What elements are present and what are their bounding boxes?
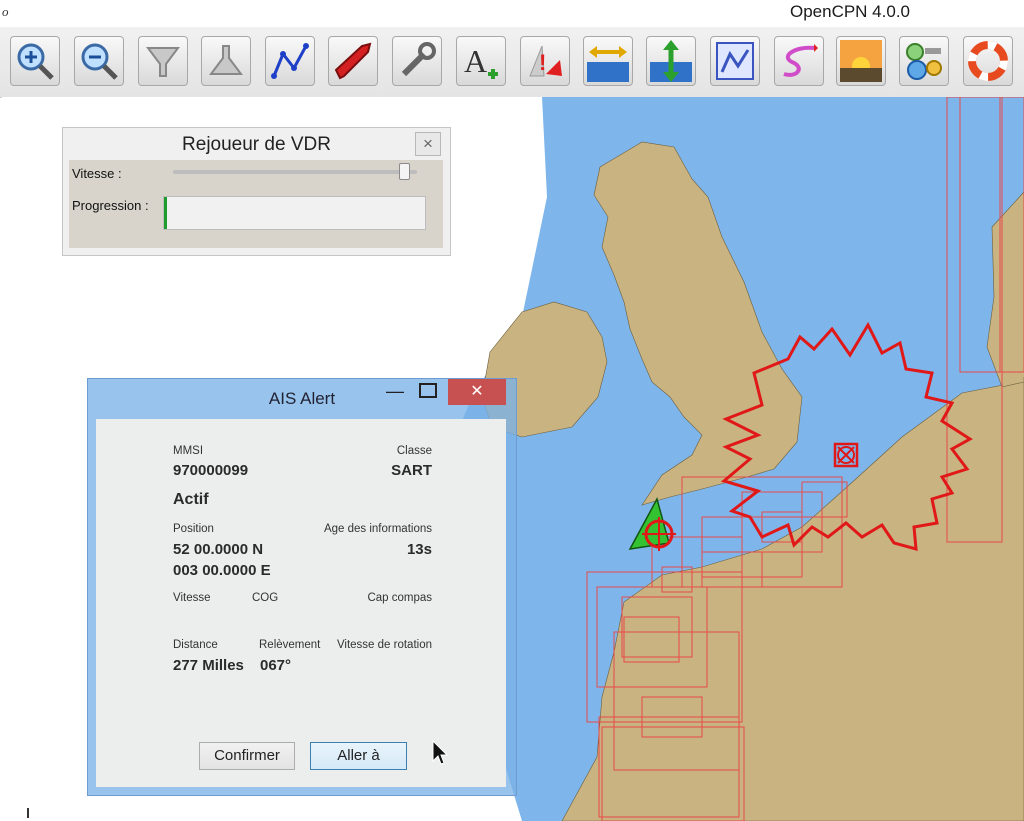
mob-button[interactable]	[963, 36, 1013, 86]
window-title: OpenCPN 4.0.0	[789, 2, 910, 21]
vdr-close-button[interactable]: ×	[415, 132, 441, 156]
bearing-value: 067°	[260, 657, 292, 674]
mmsi-label: MMSI	[173, 445, 204, 457]
route-manager-button[interactable]	[710, 36, 760, 86]
rot-label: Vitesse de rotation	[336, 639, 432, 651]
current-button[interactable]	[583, 36, 633, 86]
goto-button[interactable]: Aller à	[310, 742, 407, 770]
ship-icon	[334, 42, 372, 80]
longitude-value: 003 00.0000 E	[173, 562, 271, 579]
scale-in-button[interactable]	[138, 36, 188, 86]
age-value: 13s	[406, 541, 432, 558]
route-button[interactable]	[265, 36, 315, 86]
current-icon	[587, 46, 629, 82]
sunset-icon	[840, 40, 882, 82]
ais-alert-dialog: AIS Alert — ✕ MMSI 970000099 Classe SART…	[87, 378, 517, 796]
svg-text:A: A	[464, 43, 487, 79]
close-button[interactable]: ✕	[448, 379, 506, 405]
vdr-controls: Vitesse : Progression :	[69, 160, 443, 248]
auto-follow-button[interactable]	[328, 36, 378, 86]
plugins-icon	[906, 43, 942, 80]
route-icon	[271, 43, 309, 79]
maximize-button[interactable]	[419, 383, 437, 398]
funnel-down-icon	[146, 47, 180, 77]
cog-label: COG	[252, 592, 279, 604]
ais-dialog-body: MMSI 970000099 Classe SART Actif Positio…	[96, 419, 506, 787]
age-label: Age des informations	[323, 523, 432, 535]
color-scheme-button[interactable]	[836, 36, 886, 86]
status-mark	[27, 808, 29, 818]
class-label: Classe	[396, 445, 432, 457]
magnifier-plus-icon	[17, 43, 54, 80]
vdr-player-panel: Rejoueur de VDR × Vitesse : Progression …	[62, 127, 451, 256]
zoom-in-button[interactable]	[10, 36, 60, 86]
plugins-button[interactable]	[899, 36, 949, 86]
ais-button[interactable]: !	[520, 36, 570, 86]
title-bar: o OpenCPN 4.0.0	[0, 0, 1024, 26]
vdr-progress-label: Progression :	[72, 198, 149, 213]
status-value: Actif	[173, 491, 209, 508]
mmsi-value: 970000099	[173, 462, 249, 479]
heading-label: Cap compas	[367, 592, 432, 604]
vdr-speed-label: Vitesse :	[72, 166, 122, 181]
text-button[interactable]: A	[456, 36, 506, 86]
mouse-cursor-icon	[432, 740, 448, 765]
main-toolbar: A !	[0, 27, 1024, 98]
funnel-up-icon	[209, 45, 243, 75]
vdr-progress-fill	[164, 197, 167, 229]
bearing-label: Relèvement	[259, 639, 321, 651]
latitude-value: 52 00.0000 N	[173, 541, 264, 558]
wrench-icon	[401, 42, 436, 77]
magnifier-minus-icon	[81, 43, 118, 80]
vdr-progress-bar	[163, 196, 426, 230]
scale-out-button[interactable]	[201, 36, 251, 86]
text-add-icon: A	[464, 43, 498, 79]
class-value: SART	[391, 462, 432, 479]
position-label: Position	[173, 523, 214, 535]
lifebuoy-icon	[968, 41, 1008, 81]
speed-label: Vitesse	[173, 592, 211, 604]
distance-value: 277 Milles	[173, 657, 244, 674]
minimize-button[interactable]: —	[384, 381, 406, 403]
toolbox-button[interactable]	[392, 36, 442, 86]
tide-icon	[650, 40, 692, 82]
track-button[interactable]	[774, 36, 824, 86]
confirm-button[interactable]: Confirmer	[199, 742, 295, 770]
vdr-panel-title: Rejoueur de VDR	[182, 134, 331, 155]
route-manager-icon	[716, 42, 754, 80]
vdr-speed-slider-thumb[interactable]	[399, 163, 410, 180]
ais-warning-icon: !	[529, 45, 562, 77]
tide-button[interactable]	[646, 36, 696, 86]
distance-label: Distance	[173, 639, 218, 651]
zoom-out-button[interactable]	[74, 36, 124, 86]
svg-text:!: !	[539, 50, 546, 75]
track-icon	[783, 44, 818, 77]
vdr-speed-slider[interactable]	[173, 163, 417, 180]
sart-target-icon	[833, 442, 859, 468]
